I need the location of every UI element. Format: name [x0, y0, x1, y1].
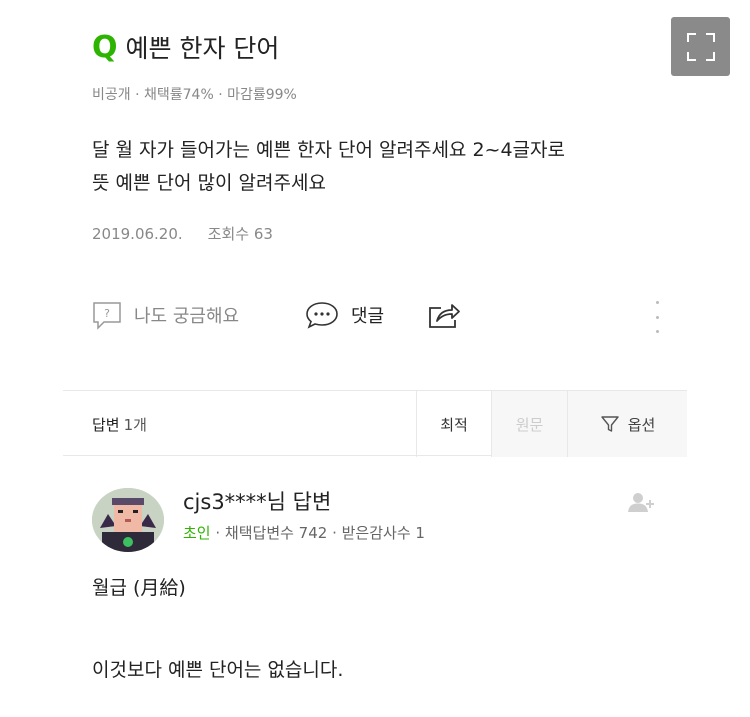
- answer-line: 이것보다 예쁜 단어는 없습니다.: [92, 659, 344, 681]
- question-body-line: 뜻 예쁜 단어 많이 알려주세요: [92, 172, 326, 194]
- answer-meta: 초인 · 채택답변수 742 · 받은감사수 1: [183, 522, 425, 543]
- wonder-label: 나도 궁금해요: [134, 306, 240, 327]
- answers-count: 답변 1개: [92, 391, 147, 457]
- options-label: 옵션: [627, 415, 656, 434]
- answer-author[interactable]: cjs3****님 답변: [183, 488, 425, 516]
- svg-text:?: ?: [104, 307, 110, 320]
- options-button[interactable]: 옵션: [567, 391, 687, 457]
- sort-group: 최적 원문 옵션: [416, 391, 687, 457]
- answer-header: cjs3****님 답변 초인 · 채택답변수 742 · 받은감사수 1: [183, 488, 425, 543]
- sort-original-button[interactable]: 원문: [491, 391, 567, 457]
- question-date: 2019.06.20.: [92, 225, 183, 243]
- question-section: Q 예쁜 한자 단어 비공개 · 채택률74% · 마감률99% 달 월 자가 …: [92, 28, 692, 333]
- filter-icon: [600, 416, 619, 432]
- follow-button[interactable]: [628, 492, 658, 518]
- question-actions: ? 나도 궁금해요 댓글: [92, 293, 692, 337]
- share-icon: [429, 304, 460, 328]
- answer-rank: 초인: [183, 524, 211, 542]
- comment-label: 댓글: [351, 306, 385, 327]
- question-date-row: 2019.06.20. 조회수 63: [92, 223, 273, 244]
- kebab-menu-icon: [655, 301, 659, 304]
- speech-bubble-icon: [306, 302, 338, 329]
- answer-stats: · 채택답변수 742 · 받은감사수 1: [210, 524, 425, 542]
- question-title: 예쁜 한자 단어: [125, 33, 280, 63]
- share-button[interactable]: [427, 293, 461, 337]
- question-views: 조회수 63: [207, 225, 273, 243]
- kebab-menu-icon: [655, 330, 659, 333]
- add-user-icon: [628, 493, 654, 512]
- question-meta: 비공개 · 채택률74% · 마감률99%: [92, 87, 297, 103]
- kebab-menu-icon: [655, 315, 659, 319]
- more-menu-button[interactable]: [654, 301, 660, 333]
- answers-label: 답변: [92, 415, 120, 434]
- answer-body: 월급 (月給) 이것보다 예쁜 단어는 없습니다.: [92, 572, 343, 686]
- avatar[interactable]: [92, 488, 164, 552]
- answer-spacer: [92, 604, 343, 654]
- question-body: 달 월 자가 들어가는 예쁜 한자 단어 알려주세요 2~4글자로 뜻 예쁜 단…: [92, 134, 682, 200]
- question-box-icon: ?: [93, 302, 121, 330]
- answers-count-value: 1개: [123, 415, 147, 434]
- answers-toolbar: 답변 1개 최적 원문 옵션: [63, 390, 687, 457]
- question-q-icon: Q: [92, 30, 118, 65]
- sort-best-button[interactable]: 최적: [416, 391, 491, 457]
- question-title-row: Q 예쁜 한자 단어: [92, 28, 692, 68]
- question-body-line: 달 월 자가 들어가는 예쁜 한자 단어 알려주세요 2~4글자로: [92, 139, 565, 161]
- wonder-button[interactable]: ? 나도 궁금해요: [92, 293, 239, 337]
- answer-line: 월급 (月給): [92, 577, 186, 599]
- comment-button[interactable]: 댓글: [305, 293, 384, 337]
